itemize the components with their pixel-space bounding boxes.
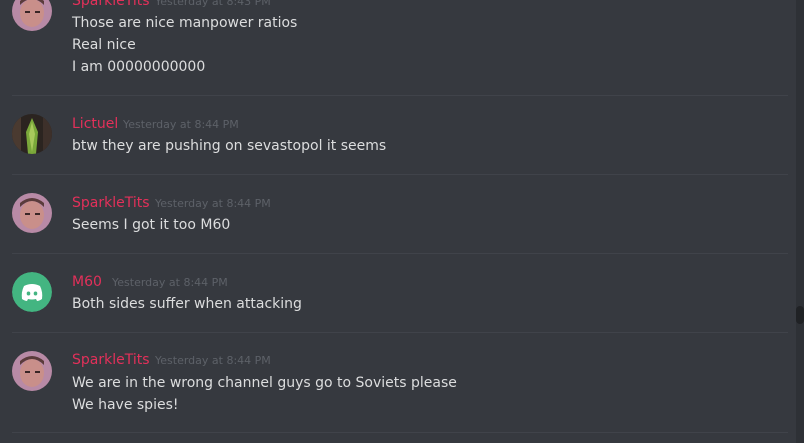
timestamp: Yesterday at 8:44 PM <box>155 354 271 367</box>
message-text: btw they are pushing on sevastopol it se… <box>72 138 387 154</box>
chat-messages[interactable]: SparkleTits Yesterday at 8:43 PM Those a… <box>0 0 804 443</box>
avatar[interactable] <box>12 0 52 31</box>
timestamp: Yesterday at 8:44 PM <box>155 197 271 210</box>
message-group: SparkleTits Yesterday at 8:44 PM Seems I… <box>0 175 790 253</box>
discord-logo-icon <box>21 284 43 301</box>
username[interactable]: SparkleTits <box>72 0 150 10</box>
message-group: Lictuel Yesterday at 8:44 PM btw they ar… <box>0 96 790 174</box>
message-text: Both sides suffer when attacking <box>72 296 302 312</box>
timestamp: Yesterday at 8:44 PM <box>123 118 239 131</box>
message-text: I am 00000000000 <box>72 59 206 75</box>
timestamp: Yesterday at 8:44 PM <box>112 276 228 289</box>
message-text: Real nice <box>72 37 136 53</box>
avatar[interactable] <box>12 114 52 154</box>
message-text: Those are nice manpower ratios <box>72 15 298 31</box>
avatar[interactable] <box>12 193 52 233</box>
message-text: We are in the wrong channel guys go to S… <box>72 375 457 391</box>
timestamp: Yesterday at 8:43 PM <box>155 0 271 8</box>
message-text: We have spies! <box>72 397 179 413</box>
avatar[interactable] <box>12 351 52 391</box>
message-group: SparkleTits Yesterday at 8:44 PM We are … <box>0 333 790 433</box>
username[interactable]: SparkleTits <box>72 351 150 369</box>
avatar[interactable] <box>12 272 52 312</box>
message-group: SparkleTits Yesterday at 8:43 PM Those a… <box>0 0 790 95</box>
scrollbar-track[interactable] <box>796 0 804 443</box>
scrollbar-thumb[interactable] <box>796 306 804 324</box>
message-group: M60 Yesterday at 8:44 PM Both sides suff… <box>0 254 790 332</box>
username[interactable]: Lictuel <box>72 115 118 133</box>
message-text: Seems I got it too M60 <box>72 217 231 233</box>
message-divider <box>12 432 788 433</box>
username[interactable]: M60 <box>72 273 102 291</box>
username[interactable]: SparkleTits <box>72 194 150 212</box>
